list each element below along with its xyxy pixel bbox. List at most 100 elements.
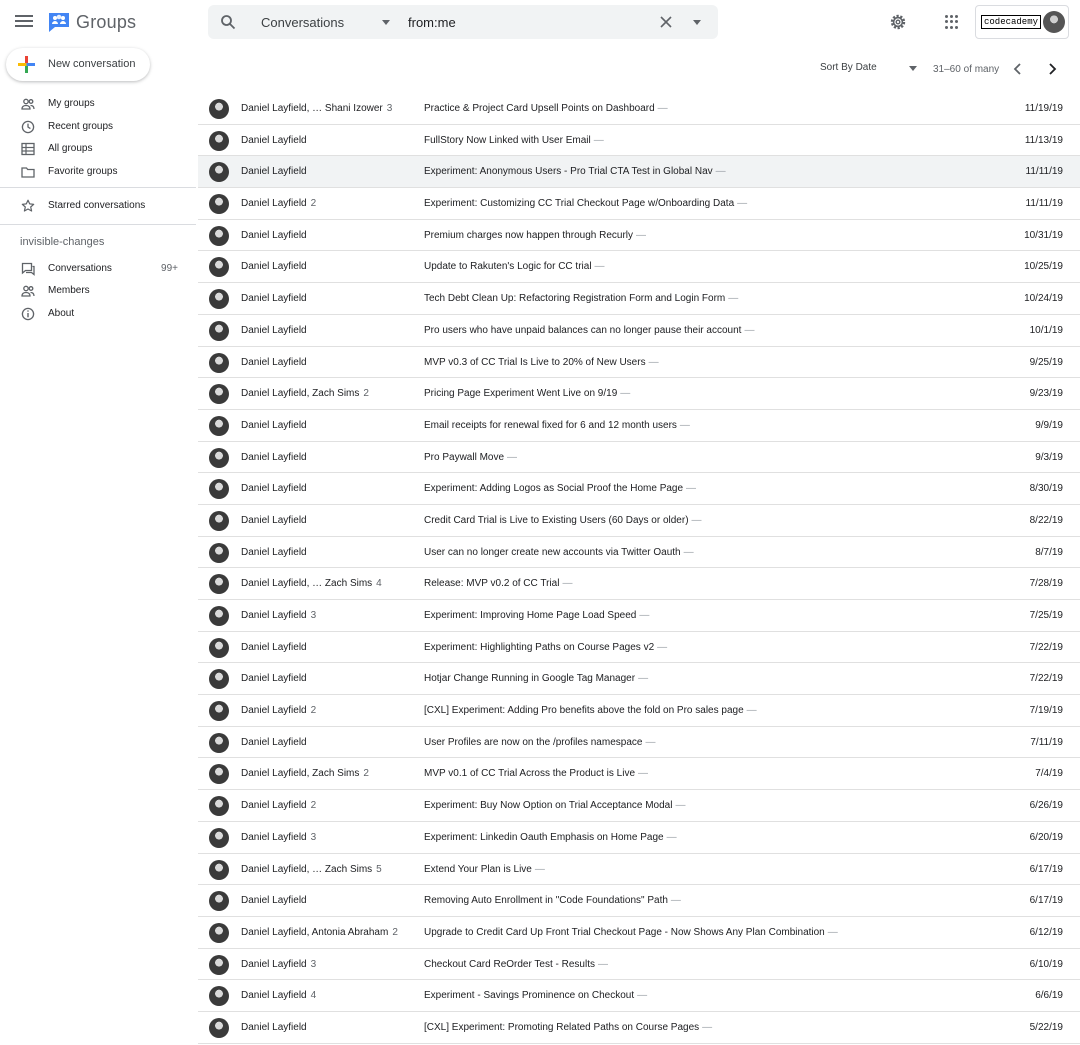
subject-text: Update to Rakuten's Logic for CC trial: [424, 261, 592, 273]
author-names: Daniel Layfield: [241, 514, 307, 526]
sidebar-item-starred-conversations[interactable]: Starred conversations: [0, 195, 196, 217]
avatar: [209, 352, 229, 373]
conversation-row[interactable]: Daniel Layfield Experiment: Anonymous Use…: [198, 156, 1080, 189]
apps-grid-icon[interactable]: [945, 15, 959, 29]
snippet-separator: —: [827, 926, 838, 938]
conversation-row[interactable]: Daniel Layfield 2 Experiment: Buy Now Opti…: [198, 790, 1080, 822]
conversation-row[interactable]: Daniel Layfield FullStory Now Linked with…: [198, 125, 1080, 157]
search-icon[interactable]: [220, 14, 236, 30]
account-switcher[interactable]: codecademy: [975, 5, 1069, 39]
conversation-authors: Daniel Layfield, … Zach Sims 4: [241, 578, 382, 589]
author-names: Daniel Layfield: [241, 895, 307, 907]
avatar: [209, 986, 229, 1007]
conversation-row[interactable]: Daniel Layfield 4 Experiment - Savings Pro…: [198, 980, 1080, 1012]
sidebar-item-about[interactable]: About: [0, 303, 196, 325]
conversation-row[interactable]: Daniel Layfield 3 Experiment: Linkedin Oau…: [198, 822, 1080, 854]
conversation-authors: Daniel Layfield, Antonia Abraham 2: [241, 927, 398, 938]
info-icon: [21, 307, 35, 321]
conversation-authors: Daniel Layfield, Zach Sims 2: [241, 768, 369, 779]
conversation-subject: Pricing Page Experiment Went Live on 9/1…: [424, 388, 630, 399]
conversation-subject: Experiment: Customizing CC Trial Checkou…: [424, 198, 747, 209]
conversation-row[interactable]: Daniel Layfield Pro users who have unpaid…: [198, 315, 1080, 347]
conversation-row[interactable]: Daniel Layfield, … Zach Sims 4 Release: MV…: [198, 568, 1080, 600]
author-names: Daniel Layfield: [241, 990, 307, 1002]
search-scope-select[interactable]: Conversations: [261, 15, 344, 30]
conversation-row[interactable]: Daniel Layfield, Zach Sims 2 Pricing Page …: [198, 378, 1080, 410]
conversation-row[interactable]: Daniel Layfield Experiment: Adding Logos …: [198, 473, 1080, 505]
conversation-subject: Removing Auto Enrollment in "Code Founda…: [424, 895, 681, 906]
chevron-left-icon[interactable]: [1010, 61, 1026, 77]
conversation-row[interactable]: Daniel Layfield Hotjar Change Running in …: [198, 663, 1080, 696]
close-icon[interactable]: [658, 14, 674, 30]
page-range: 31–60 of many: [933, 64, 1000, 75]
conversation-row[interactable]: Daniel Layfield User Profiles are now on …: [198, 727, 1080, 759]
conversation-row[interactable]: Daniel Layfield Email receipts for renewa…: [198, 410, 1080, 442]
conversation-row[interactable]: Daniel Layfield User can no longer create…: [198, 537, 1080, 569]
chevron-right-icon[interactable]: [1044, 61, 1060, 77]
author-names: Daniel Layfield, Antonia Abraham: [241, 926, 389, 938]
chevron-down-icon[interactable]: [909, 66, 917, 71]
sidebar-item-my-groups[interactable]: My groups: [0, 93, 196, 115]
snippet-separator: —: [637, 990, 648, 1002]
new-conversation-button[interactable]: New conversation: [6, 48, 150, 81]
sidebar-divider: [0, 224, 196, 225]
conversation-list: Daniel Layfield, … Shani Izower 3 Practice…: [198, 93, 1080, 1044]
conversation-row[interactable]: Daniel Layfield, … Zach Sims 5 Extend Your…: [198, 854, 1080, 886]
author-names: Daniel Layfield, … Shani Izower: [241, 103, 383, 114]
sidebar-item-all-groups[interactable]: All groups: [0, 138, 196, 160]
search-input[interactable]: [408, 12, 638, 32]
chevron-down-icon[interactable]: [382, 20, 390, 25]
avatar: [209, 257, 229, 278]
author-names: Daniel Layfield: [241, 134, 307, 146]
sort-select[interactable]: Sort By Date: [820, 62, 877, 73]
conversation-subject: Upgrade to Credit Card Up Front Trial Ch…: [424, 927, 838, 938]
avatar: [209, 669, 229, 690]
conversation-row[interactable]: Daniel Layfield Update to Rakuten's Logic…: [198, 251, 1080, 284]
conversation-row[interactable]: Daniel Layfield Tech Debt Clean Up: Refac…: [198, 283, 1080, 315]
chat-icon: [21, 262, 35, 276]
conversation-subject: Practice & Project Card Upsell Points on…: [424, 103, 668, 114]
sidebar-item-members[interactable]: Members: [0, 280, 196, 302]
author-names: Daniel Layfield: [241, 546, 307, 558]
conversation-row[interactable]: Daniel Layfield Experiment: Highlighting …: [198, 632, 1080, 664]
sidebar-item-label: Favorite groups: [48, 166, 118, 177]
conversation-row[interactable]: Daniel Layfield Credit Card Trial is Live…: [198, 505, 1080, 537]
conversation-row[interactable]: Daniel Layfield Removing Auto Enrollment …: [198, 885, 1080, 917]
subject-text: Experiment - Savings Prominence on Check…: [424, 990, 635, 1002]
conversation-date: 10/31/19: [1024, 229, 1063, 241]
conversation-row[interactable]: Daniel Layfield 3 Checkout Card ReOrder Te…: [198, 949, 1080, 981]
conversation-row[interactable]: Daniel Layfield, Antonia Abraham 2 Upgrade…: [198, 917, 1080, 949]
conversation-row[interactable]: Daniel Layfield, … Shani Izower 3 Practice…: [198, 93, 1080, 125]
conversation-row[interactable]: Daniel Layfield [CXL] Experiment: Promoti…: [198, 1012, 1080, 1044]
conversation-subject: Experiment: Anonymous Users - Pro Trial …: [424, 166, 726, 177]
conversation-row[interactable]: Daniel Layfield 3 Experiment: Improving Ho…: [198, 600, 1080, 632]
sidebar-item-favorite-groups[interactable]: Favorite groups: [0, 161, 196, 183]
snippet-separator: —: [636, 229, 646, 241]
conversation-row[interactable]: Daniel Layfield Pro Paywall Move — 9/3/19: [198, 442, 1080, 474]
sidebar-item-label: All groups: [48, 143, 93, 154]
conversation-row[interactable]: Daniel Layfield 2 [CXL] Experiment: Adding…: [198, 695, 1080, 727]
group-section-title[interactable]: invisible-changes: [20, 236, 104, 248]
subject-text: Experiment: Buy Now Option on Trial Acce…: [424, 800, 673, 812]
conversation-row[interactable]: Daniel Layfield Premium charges now happe…: [198, 220, 1080, 252]
main-menu-icon[interactable]: [15, 12, 35, 32]
conversation-date: 8/30/19: [1029, 483, 1063, 495]
author-names: Daniel Layfield, Zach Sims: [241, 388, 360, 400]
sidebar-item-conversations[interactable]: Conversations 99+: [0, 258, 196, 280]
conversation-row[interactable]: Daniel Layfield, Zach Sims 2 MVP v0.1 of C…: [198, 758, 1080, 791]
message-count: 2: [392, 926, 398, 938]
conversation-row[interactable]: Daniel Layfield 2 Experiment: Customizing …: [198, 188, 1080, 220]
conversation-subject: Update to Rakuten's Logic for CC trial —: [424, 261, 605, 272]
author-names: Daniel Layfield: [241, 293, 307, 305]
conversation-authors: Daniel Layfield: [241, 135, 307, 146]
subject-text: Release: MVP v0.2 of CC Trial: [424, 578, 560, 590]
gear-icon[interactable]: [889, 13, 907, 31]
sidebar-item-recent-groups[interactable]: Recent groups: [0, 116, 196, 138]
conversation-date: 8/7/19: [1035, 546, 1063, 558]
conversation-authors: Daniel Layfield: [241, 895, 307, 906]
avatar: [209, 320, 229, 341]
conversation-row[interactable]: Daniel Layfield MVP v0.3 of CC Trial Is L…: [198, 347, 1080, 379]
message-count: 2: [310, 800, 317, 812]
sidebar-divider: [0, 187, 196, 188]
search-options-icon[interactable]: [693, 20, 701, 25]
